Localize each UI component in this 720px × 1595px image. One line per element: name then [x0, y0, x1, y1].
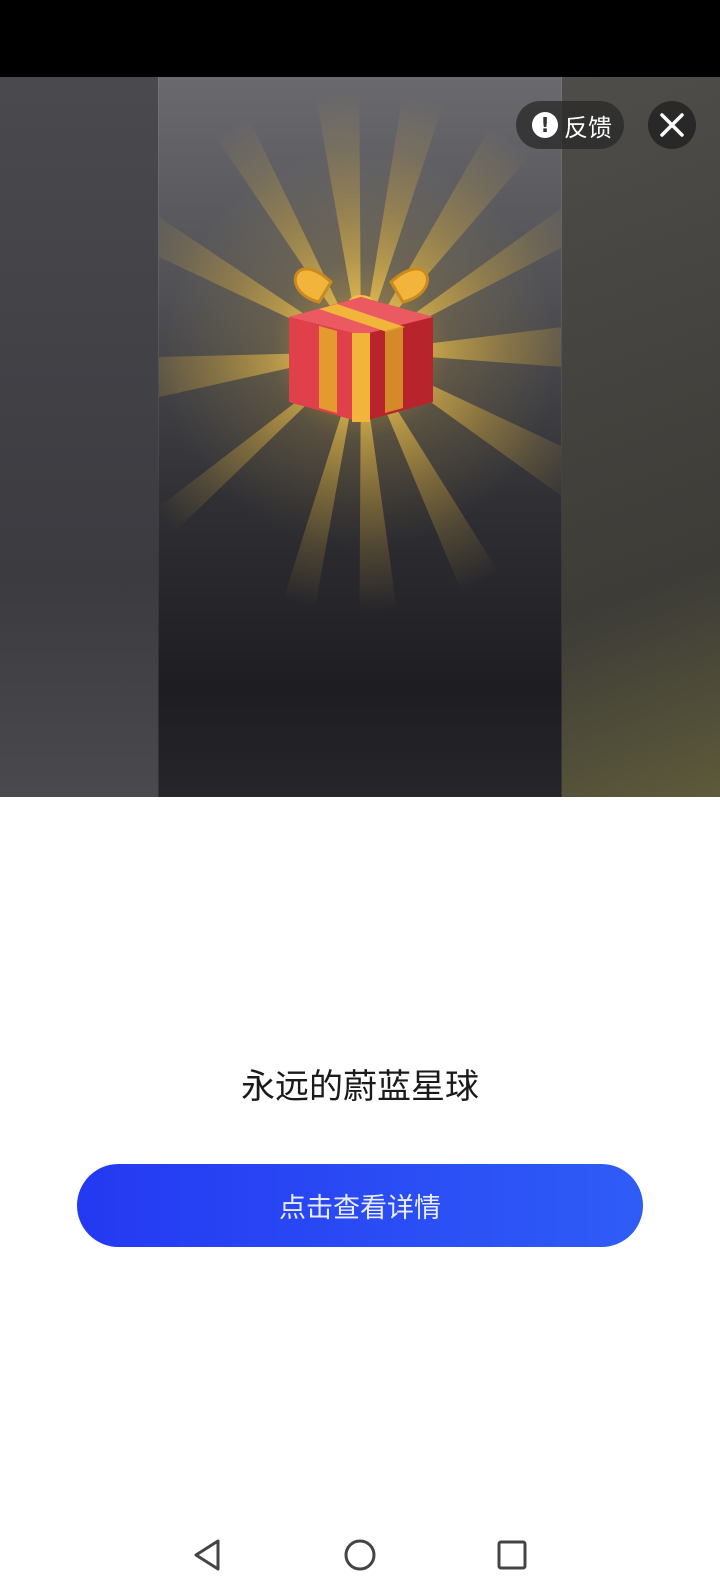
alert-circle-icon: ! [532, 112, 558, 138]
close-button[interactable] [648, 101, 696, 149]
home-circle-icon [344, 1539, 376, 1571]
nav-back-button[interactable] [182, 1530, 232, 1580]
gift-box-icon [289, 267, 433, 422]
recents-square-icon [497, 1540, 527, 1570]
nav-recents-button[interactable] [487, 1530, 537, 1580]
ad-video-panel[interactable] [158, 77, 562, 797]
close-icon [660, 113, 684, 137]
system-nav-bar [0, 1520, 720, 1595]
feedback-label: 反馈 [564, 113, 612, 142]
view-details-label: 点击查看详情 [279, 1193, 441, 1224]
ad-media[interactable] [0, 77, 720, 797]
blurred-background-right [562, 77, 720, 797]
nav-home-button[interactable] [335, 1530, 385, 1580]
back-triangle-icon [194, 1539, 220, 1571]
ad-title: 永远的蔚蓝星球 [241, 1067, 479, 1107]
view-details-button[interactable]: 点击查看详情 [77, 1164, 643, 1247]
feedback-button[interactable]: ! 反馈 [516, 101, 624, 149]
blurred-background-left [0, 77, 158, 797]
status-bar [0, 0, 720, 77]
light-rays [159, 77, 561, 697]
